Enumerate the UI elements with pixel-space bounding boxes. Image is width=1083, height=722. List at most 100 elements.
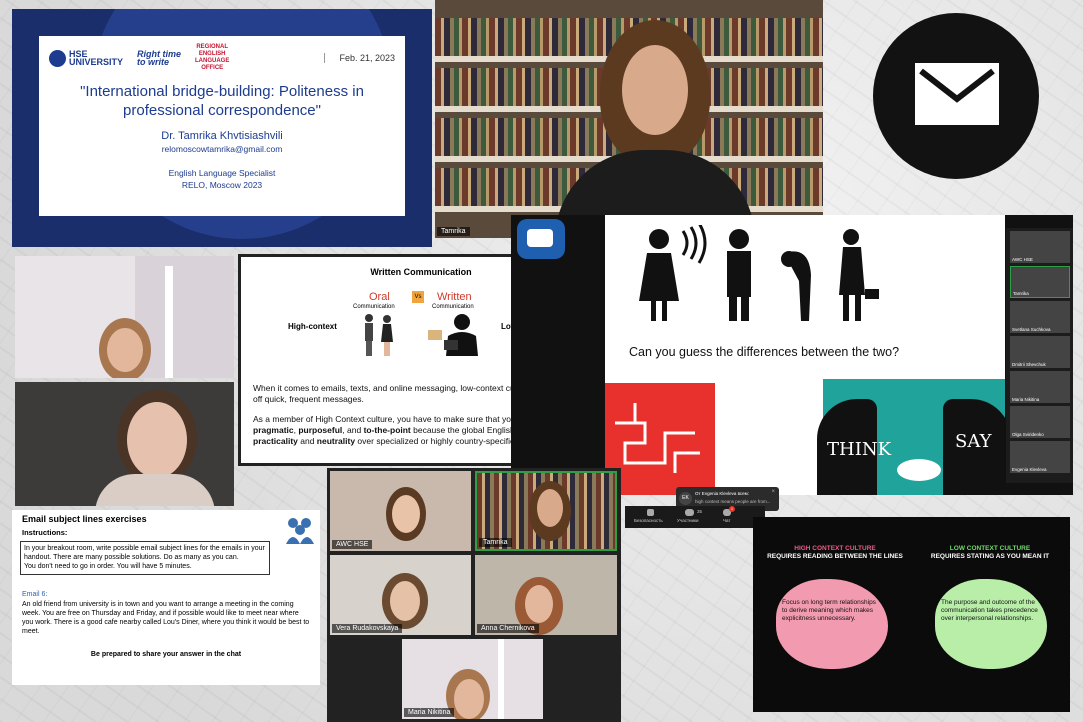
- participant-face: [537, 489, 563, 527]
- emphasis: purposeful: [298, 425, 343, 435]
- context-culture-slide: HIGH CONTEXT CULTURE REQUIRES READING BE…: [753, 517, 1070, 712]
- title-text: LOW CONTEXT CULTURE: [949, 545, 1031, 552]
- oral-sub: Communication: [353, 304, 395, 310]
- participant-face: [392, 495, 420, 533]
- gallery-tile[interactable]: AWC HSE: [1010, 231, 1070, 263]
- tile-name: AWC HSE: [332, 540, 373, 549]
- slide-title: Email subject lines exercises: [22, 514, 147, 524]
- emphasis: practicality: [253, 436, 298, 446]
- participant-body: [95, 474, 215, 506]
- toast-message: high context means people are from...: [695, 499, 771, 504]
- gallery-tile[interactable]: Evgenia Klevleva: [1010, 441, 1070, 473]
- chat-app-icon: [517, 219, 565, 259]
- video-tile[interactable]: AWC HSE: [330, 471, 471, 551]
- think-text: THINK: [827, 439, 892, 460]
- presenter-name: Dr. Tamrika Khvtisiashvili: [161, 130, 283, 142]
- speech-bubble: [897, 459, 941, 481]
- security-button[interactable]: Безопасность: [634, 518, 663, 523]
- silhouettes-icon: [639, 225, 879, 321]
- instructions-box: In your breakout room, write possible em…: [20, 541, 270, 575]
- participants-button[interactable]: Участники: [677, 518, 699, 523]
- gallery-tile[interactable]: Tamrika: [1010, 266, 1070, 298]
- presenter-role: English Language Specialist: [168, 168, 276, 178]
- video-tile[interactable]: Vera Rudakovskaya: [330, 555, 471, 635]
- low-context-bubble: The purpose and outcome of the communica…: [935, 579, 1047, 669]
- webcam-tile[interactable]: [15, 256, 234, 378]
- participants-count: 35: [697, 509, 703, 514]
- envelope-body: [915, 63, 999, 125]
- hse-logo: HSE UNIVERSITY: [49, 49, 124, 67]
- title-slide: HSE UNIVERSITY Right time to write REGIO…: [12, 9, 432, 247]
- speaker-face: [622, 45, 688, 135]
- tile-name: Anna Chernikova: [477, 624, 539, 633]
- presenter-org: RELO, Moscow 2023: [181, 180, 263, 190]
- gallery-tile[interactable]: Olga Sviridenko: [1010, 406, 1070, 438]
- hse-logo-icon: [49, 49, 66, 67]
- envelope-flap: [919, 68, 995, 103]
- slide-title: "International bridge-building: Politene…: [80, 83, 364, 119]
- relo-logo: REGIONAL ENGLISH LANGUAGE OFFICE: [195, 44, 230, 71]
- high-context-bubble: Focus on long term relationships to deri…: [776, 579, 888, 669]
- speaker-video[interactable]: Tamrika: [435, 0, 823, 238]
- emphasis: pragmatic: [253, 425, 294, 435]
- title-card: HSE UNIVERSITY Right time to write REGIO…: [39, 36, 405, 216]
- slide-date: Feb. 21, 2023: [324, 53, 395, 63]
- video-tile[interactable]: Tamrika: [475, 471, 617, 551]
- tile-name: Maria Nikitina: [1012, 397, 1040, 402]
- participant-face: [107, 328, 143, 372]
- email-exercise-slide: Email subject lines exercises Instructio…: [12, 510, 320, 685]
- chat-button[interactable]: Чат: [723, 518, 730, 523]
- tile-name: Olga Sviridenko: [1012, 432, 1044, 437]
- say-text: SAY: [955, 431, 992, 452]
- shield-icon: [647, 509, 654, 516]
- text: and: [297, 436, 317, 446]
- written-label: Written: [437, 291, 472, 303]
- instructions-label: Instructions:: [22, 528, 68, 537]
- think-say-graphic: THINK SAY: [817, 379, 1011, 495]
- gallery-tile[interactable]: Maria Nikitina: [1010, 371, 1070, 403]
- chat-badge: 1: [729, 506, 735, 512]
- video-tile[interactable]: Anna Chernikova: [475, 555, 617, 635]
- participant-face: [127, 402, 187, 478]
- close-icon[interactable]: ×: [771, 489, 775, 495]
- right-time-logo: Right time to write: [137, 49, 182, 67]
- video-grid: AWC HSE Tamrika Vera Rudakovskaya Anna C…: [327, 468, 621, 722]
- video-tile[interactable]: Maria Nikitina: [402, 639, 543, 719]
- participants-icon: [685, 509, 694, 516]
- participant-gallery: AWC HSE Tamrika Svetlana Suchkova Dmitri…: [1006, 228, 1073, 483]
- chat-bubble: [527, 229, 553, 247]
- oral-label: Oral: [369, 291, 390, 303]
- participant-face: [525, 585, 553, 623]
- tile-name: Dmitrii Shevchuk: [1012, 362, 1046, 367]
- tile-name: AWC HSE: [1012, 257, 1033, 262]
- tile-name: Maria Nikitina: [404, 708, 455, 717]
- subtitle-text: REQUIRES READING BETWEEN THE LINES: [767, 553, 903, 560]
- vs-badge: Vs: [412, 291, 424, 303]
- envelope-icon[interactable]: [873, 13, 1039, 179]
- low-context-title: LOW CONTEXT CULTURE REQUIRES STATING AS …: [920, 545, 1060, 561]
- tile-name: Evgenia Klevleva: [1012, 467, 1047, 472]
- gallery-tile[interactable]: Dmitrii Shevchuk: [1010, 336, 1070, 368]
- group-icon: [286, 518, 314, 544]
- logo-row: HSE UNIVERSITY Right time to write REGIO…: [49, 44, 395, 71]
- hse-logo-text: HSE UNIVERSITY: [69, 49, 124, 67]
- gallery-tile[interactable]: Svetlana Suchkova: [1010, 301, 1070, 333]
- webcam-tile[interactable]: [15, 382, 234, 506]
- tile-name: Vera Rudakovskaya: [332, 624, 403, 633]
- email-label: Email 6:: [22, 591, 48, 598]
- high-context-title: HIGH CONTEXT CULTURE REQUIRES READING BE…: [765, 545, 905, 561]
- subtitle-text: REQUIRES STATING AS YOU MEAN IT: [930, 553, 1050, 560]
- email-body: An old friend from university is in town…: [22, 601, 310, 635]
- slide-question: Can you guess the differences between th…: [629, 345, 900, 359]
- emphasis: neutrality: [316, 436, 356, 446]
- avatar: EK: [679, 492, 692, 505]
- door-frame: [498, 639, 504, 719]
- toast-sender: От Evgenia Klevleva всем:: [695, 491, 750, 496]
- meeting-toolbar: Безопасность 35 Участники 1 Чат: [625, 506, 765, 528]
- emphasis: to-the-point: [363, 425, 411, 435]
- text: , and: [342, 425, 364, 435]
- title-text: HIGH CONTEXT CULTURE: [794, 545, 876, 552]
- speaker-name-tag: Tamrika: [437, 227, 470, 236]
- maze-graphic: [605, 383, 715, 495]
- tile-name: Svetlana Suchkova: [1012, 327, 1051, 332]
